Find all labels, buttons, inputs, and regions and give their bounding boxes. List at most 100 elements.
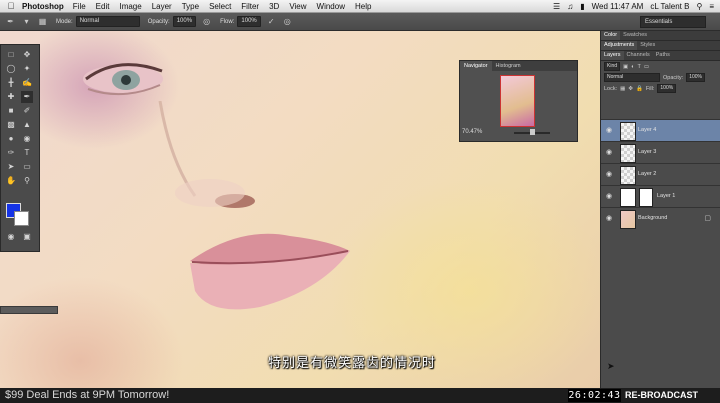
size-pressure-icon[interactable]: ◎ — [282, 16, 293, 27]
layer-row-background[interactable]: ◉ Background ▢ — [601, 207, 720, 229]
visibility-eye-icon[interactable]: ◉ — [606, 148, 612, 156]
opacity-pressure-icon[interactable]: ◎ — [201, 16, 212, 27]
crop-tool-icon[interactable]: ╋ — [5, 77, 17, 89]
layer-row-layer-2[interactable]: ◉ Layer 2 — [601, 163, 720, 185]
menu-window[interactable]: Window — [317, 2, 345, 11]
clone-stamp-icon[interactable]: ■ — [5, 105, 17, 117]
tab-styles[interactable]: Styles — [637, 41, 658, 50]
menu-help[interactable]: Help — [355, 2, 371, 11]
clock[interactable]: Wed 11:47 AM — [592, 2, 644, 11]
app-name-menu[interactable]: Photoshop — [22, 2, 64, 11]
layer-name[interactable]: Layer 3 — [638, 149, 656, 155]
brush-preset-icon[interactable]: ▾ — [21, 16, 32, 27]
layer-mask-thumbnail[interactable] — [639, 188, 653, 207]
path-select-icon[interactable]: ➤ — [5, 161, 17, 173]
history-brush-icon[interactable]: ✐ — [21, 105, 33, 117]
menu-select[interactable]: Select — [209, 2, 231, 11]
hand-tool-icon[interactable]: ✋ — [5, 175, 17, 187]
user-menu[interactable]: cL Talent B — [650, 2, 689, 11]
collapsed-panel-strip[interactable] — [0, 306, 58, 314]
quick-mask-icon[interactable]: ◉ — [5, 231, 17, 243]
menu-type[interactable]: Type — [182, 2, 199, 11]
dodge-icon[interactable]: ◉ — [21, 133, 33, 145]
tab-swatches[interactable]: Swatches — [620, 31, 650, 40]
layer-name[interactable]: Layer 1 — [657, 193, 675, 199]
flow-field[interactable]: 100% — [237, 16, 261, 27]
airbrush-icon[interactable]: ✓ — [266, 16, 277, 27]
visibility-eye-icon[interactable]: ◉ — [606, 192, 612, 200]
tab-navigator[interactable]: Navigator — [460, 61, 492, 71]
tab-color[interactable]: Color — [601, 31, 621, 40]
pen-tool-icon[interactable]: ✑ — [5, 147, 17, 159]
lasso-tool-icon[interactable]: ◯ — [5, 63, 17, 75]
blend-mode-select[interactable]: Normal — [604, 73, 660, 82]
opacity-label: Opacity: — [147, 18, 170, 25]
quick-select-icon[interactable]: ✦ — [21, 63, 33, 75]
battery-icon[interactable]: ▮ — [580, 2, 584, 11]
menu-view[interactable]: View — [289, 2, 306, 11]
layer-opacity-field[interactable]: 100% — [686, 73, 705, 82]
menu-3d[interactable]: 3D — [269, 2, 279, 11]
move-tool-icon[interactable]: ✥ — [21, 49, 33, 61]
visibility-eye-icon[interactable]: ◉ — [606, 126, 612, 134]
spotlight-icon[interactable]: ⚲ — [696, 2, 702, 11]
tools-panel: □ ✥ ◯ ✦ ╋ ✍ ✚ ✒ ■ ✐ ▩ ▲ ● ◉ ✑ T ➤ ▭ ✋ ⚲ … — [0, 44, 40, 252]
background-color-swatch[interactable] — [14, 211, 29, 226]
fill-field[interactable]: 100% — [657, 84, 677, 93]
lock-position-icon[interactable]: ✥ — [628, 86, 633, 92]
fill-label: Fill: — [645, 85, 655, 92]
wifi-icon[interactable]: ☰ — [553, 2, 560, 11]
navigator-zoom-value[interactable]: 70.47% — [462, 129, 482, 135]
navigator-zoom-knob[interactable] — [530, 129, 535, 135]
tab-channels[interactable]: Channels — [624, 51, 653, 60]
layer-name[interactable]: Background — [638, 215, 667, 221]
tab-adjustments[interactable]: Adjustments — [601, 41, 638, 50]
shape-tool-icon[interactable]: ▭ — [21, 161, 33, 173]
tab-histogram[interactable]: Histogram — [492, 61, 525, 71]
brush-tool-active-icon[interactable]: ✒ — [21, 91, 33, 103]
list-icon[interactable]: ≡ — [709, 2, 714, 11]
menu-filter[interactable]: Filter — [241, 2, 259, 11]
eye-image — [83, 63, 163, 96]
brush-tool-icon[interactable]: ✒ — [5, 16, 16, 27]
lock-all-icon[interactable]: 🔒 — [636, 86, 643, 92]
volume-icon[interactable]: ♫ — [567, 2, 573, 11]
zoom-tool-icon[interactable]: ⚲ — [21, 175, 33, 187]
layer-row-layer-1[interactable]: ◉ Layer 1 — [601, 185, 720, 207]
opacity-field[interactable]: 100% — [172, 16, 197, 27]
tab-layers[interactable]: Layers — [601, 51, 624, 60]
menu-image[interactable]: Image — [119, 2, 141, 11]
menu-edit[interactable]: Edit — [96, 2, 110, 11]
menu-layer[interactable]: Layer — [152, 2, 172, 11]
filter-type-icon[interactable]: T — [638, 64, 641, 70]
layer-name[interactable]: Layer 2 — [638, 171, 656, 177]
kind-filter-select[interactable]: Kind — [604, 62, 621, 71]
apple-menu-icon[interactable]:  — [0, 1, 22, 11]
visibility-eye-icon[interactable]: ◉ — [606, 170, 612, 178]
gradient-icon[interactable]: ▲ — [21, 119, 33, 131]
screen-mode-icon[interactable]: ▣ — [21, 231, 33, 243]
brush-panel-icon[interactable]: ▦ — [37, 16, 48, 27]
layer-row-layer-3[interactable]: ◉ Layer 3 — [601, 141, 720, 163]
layer-thumbnail — [620, 144, 636, 163]
eyedropper-icon[interactable]: ✍ — [21, 77, 33, 89]
workspace-select[interactable]: Essentials — [640, 16, 706, 28]
filter-pixel-icon[interactable]: ▣ — [623, 64, 628, 70]
healing-brush-icon[interactable]: ✚ — [5, 91, 17, 103]
navigator-thumbnail[interactable] — [500, 75, 535, 127]
tab-paths[interactable]: Paths — [653, 51, 673, 60]
lock-pixels-icon[interactable]: ▦ — [620, 86, 625, 92]
menu-file[interactable]: File — [73, 2, 86, 11]
layer-thumbnail — [620, 166, 636, 185]
layer-row-layer-4[interactable]: ◉ Layer 4 — [601, 119, 720, 141]
visibility-eye-icon[interactable]: ◉ — [606, 214, 612, 222]
layer-name[interactable]: Layer 4 — [638, 127, 656, 133]
marquee-tool-icon[interactable]: □ — [5, 49, 17, 61]
eraser-icon[interactable]: ▩ — [5, 119, 17, 131]
blur-icon[interactable]: ● — [5, 133, 17, 145]
filter-adjust-icon[interactable]: ◐ — [631, 64, 634, 70]
mouse-cursor-icon: ➤ — [607, 361, 615, 371]
type-tool-icon[interactable]: T — [21, 147, 33, 159]
mode-select[interactable]: Normal — [75, 16, 140, 27]
filter-shape-icon[interactable]: ▭ — [644, 64, 649, 70]
